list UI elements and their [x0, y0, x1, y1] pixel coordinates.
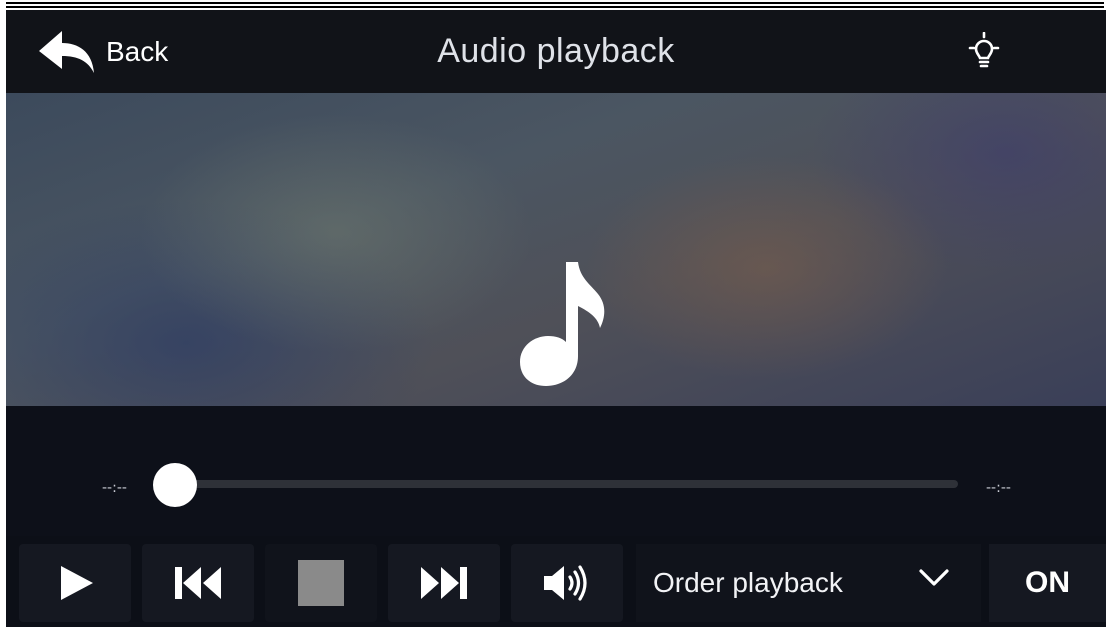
- progress-section: --:-- --:--: [6, 406, 1106, 536]
- elapsed-time: --:--: [102, 480, 127, 496]
- back-button[interactable]: Back: [36, 26, 168, 78]
- play-icon: [61, 566, 93, 600]
- total-time: --:--: [986, 480, 1011, 496]
- next-track-icon: [421, 567, 467, 599]
- music-note-icon: [520, 262, 605, 386]
- back-label: Back: [106, 36, 169, 67]
- playback-mode-select[interactable]: Order playback: [636, 544, 981, 622]
- back-arrow-icon: [39, 31, 94, 73]
- top-border: [0, 0, 1110, 10]
- progress-knob[interactable]: [153, 463, 197, 507]
- chevron-down-icon: [919, 569, 949, 586]
- next-button[interactable]: [388, 544, 500, 622]
- previous-track-icon: [175, 567, 221, 599]
- progress-track[interactable]: [166, 480, 958, 488]
- control-bar: Order playback ON: [6, 536, 1106, 627]
- stop-button[interactable]: [265, 544, 377, 622]
- header-bar: Back Audio playback: [6, 10, 1106, 93]
- volume-icon: [544, 565, 587, 601]
- volume-button[interactable]: [511, 544, 623, 622]
- previous-button[interactable]: [142, 544, 254, 622]
- on-toggle-button[interactable]: ON: [989, 544, 1106, 622]
- lightbulb-icon[interactable]: [964, 32, 1004, 72]
- playback-mode-label: Order playback: [653, 567, 843, 598]
- audio-player-screen: Back Audio playback --:-- --:-- Order pl…: [6, 10, 1106, 627]
- page-title: Audio playback: [437, 32, 675, 70]
- stop-icon: [298, 560, 344, 606]
- album-art-area: [6, 93, 1106, 406]
- play-button[interactable]: [19, 544, 131, 622]
